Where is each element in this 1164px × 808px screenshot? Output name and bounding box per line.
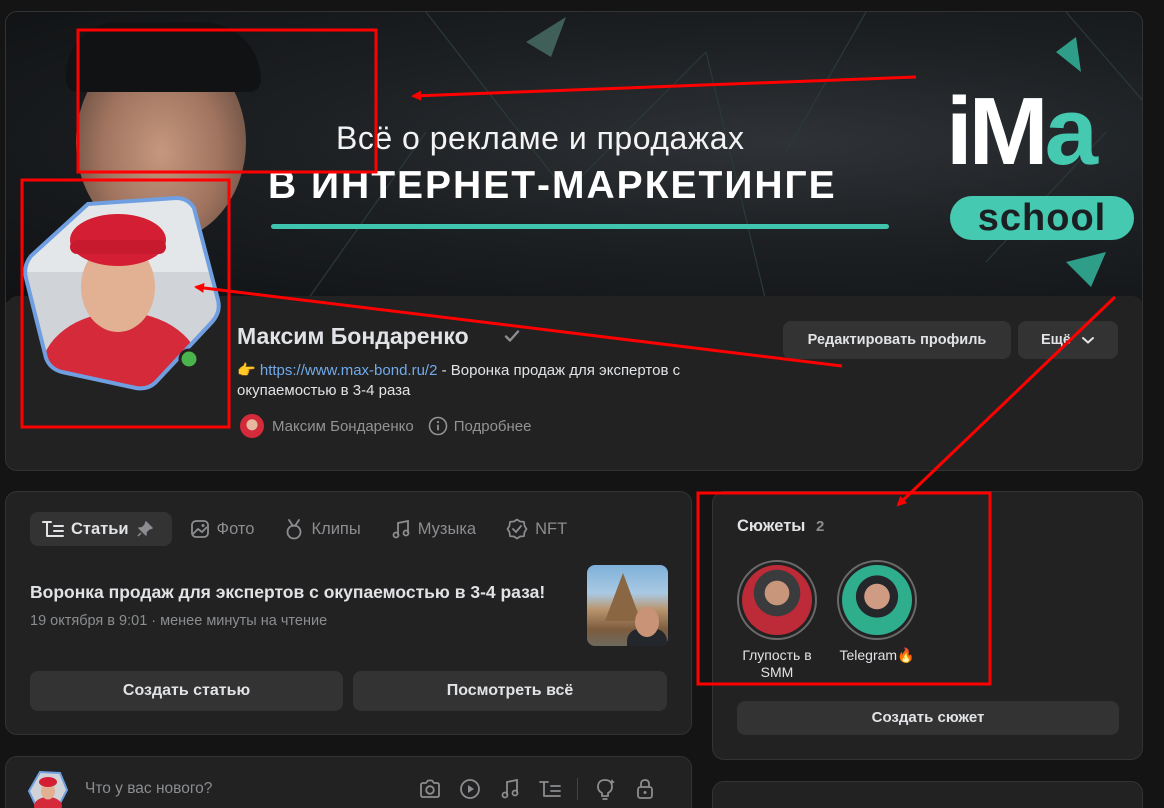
profile-avatar[interactable] bbox=[18, 182, 226, 397]
stories-count: 2 bbox=[816, 518, 825, 535]
logo-main-prefix: iM bbox=[946, 78, 1049, 185]
nft-icon bbox=[506, 518, 528, 540]
music-icon[interactable] bbox=[497, 776, 523, 802]
composer-divider bbox=[577, 778, 578, 800]
story-cover bbox=[742, 565, 812, 635]
video-icon[interactable] bbox=[457, 776, 483, 802]
more-button-label: Ещё bbox=[1040, 332, 1071, 348]
view-all-button[interactable]: Посмотреть всё bbox=[353, 671, 667, 711]
tab-label: Клипы bbox=[311, 519, 361, 538]
story-label: Telegram🔥 bbox=[839, 647, 915, 663]
story-ring bbox=[737, 560, 817, 640]
pointing-hand-emoji: 👉 bbox=[237, 362, 256, 379]
camera-icon[interactable] bbox=[417, 776, 443, 802]
create-story-button[interactable]: Создать сюжет bbox=[737, 701, 1119, 735]
content-tabs: Статьи Фото Клипы Музыка NFT bbox=[30, 512, 585, 546]
story-ring bbox=[837, 560, 917, 640]
story-label: Глупость в SMM bbox=[742, 647, 812, 680]
photo-icon bbox=[190, 520, 209, 538]
right-column-card bbox=[712, 781, 1143, 808]
tab-label: Статьи bbox=[71, 519, 129, 538]
post-composer: Что у вас нового? bbox=[5, 756, 692, 808]
story-item[interactable]: Глупость в SMM bbox=[732, 560, 822, 681]
thumbnail-person-face bbox=[635, 607, 659, 637]
ima-logo: iMa bbox=[946, 84, 1098, 180]
articles-card: Статьи Фото Клипы Музыка NFT Воронка про… bbox=[5, 491, 692, 735]
chevron-down-icon bbox=[1082, 337, 1094, 345]
tab-articles[interactable]: Статьи bbox=[30, 512, 172, 546]
cover-title-line-2: В ИНТЕРНЕТ-МАРКЕТИНГЕ bbox=[268, 164, 837, 207]
clips-icon bbox=[287, 519, 302, 540]
tab-photos[interactable]: Фото bbox=[178, 512, 267, 546]
stories-title[interactable]: Сюжеты bbox=[737, 517, 805, 536]
story-cover bbox=[842, 565, 912, 635]
create-article-button[interactable]: Создать статью bbox=[30, 671, 343, 711]
composer-input[interactable]: Что у вас нового? bbox=[85, 780, 212, 798]
cover-underline bbox=[271, 224, 889, 229]
logo-main-accent: a bbox=[1044, 78, 1098, 185]
edit-profile-button[interactable]: Редактировать профиль bbox=[783, 321, 1011, 359]
checkmark-icon bbox=[504, 330, 520, 342]
idea-icon[interactable] bbox=[592, 776, 618, 802]
article-meta: 19 октября в 9:01 · менее минуты на чтен… bbox=[30, 613, 328, 629]
more-button[interactable]: Ещё bbox=[1018, 321, 1118, 359]
tab-nft[interactable]: NFT bbox=[494, 512, 579, 546]
more-info-link[interactable]: Подробнее bbox=[454, 418, 532, 435]
meta-avatar[interactable] bbox=[240, 414, 264, 438]
cover-title-line-1: Всё о рекламе и продажах bbox=[336, 120, 745, 156]
pin-icon[interactable] bbox=[137, 521, 153, 537]
avatar-hexagon bbox=[23, 195, 221, 391]
tab-label: Музыка bbox=[417, 519, 477, 538]
status-link[interactable]: https://www.max-bond.ru/2 bbox=[260, 362, 438, 379]
profile-name: Максим Бондаренко bbox=[237, 323, 469, 349]
stories-card: Сюжеты 2 Глупость в SMM Telegram🔥 Создат… bbox=[712, 491, 1143, 760]
article-title[interactable]: Воронка продаж для экспертов с окупаемос… bbox=[30, 582, 545, 603]
school-logo: school bbox=[950, 196, 1134, 240]
online-indicator bbox=[178, 348, 200, 370]
composer-actions bbox=[417, 776, 672, 802]
tab-label: Фото bbox=[216, 519, 255, 538]
tab-label: NFT bbox=[535, 519, 568, 538]
story-item[interactable]: Telegram🔥 bbox=[832, 560, 922, 664]
article-thumbnail[interactable] bbox=[587, 565, 668, 646]
tab-clips[interactable]: Клипы bbox=[272, 512, 372, 546]
composer-avatar[interactable] bbox=[28, 770, 68, 808]
music-icon bbox=[392, 519, 410, 539]
article-icon bbox=[42, 521, 64, 537]
meta-name[interactable]: Максим Бондаренко bbox=[272, 418, 414, 435]
article-icon[interactable] bbox=[537, 776, 563, 802]
profile-meta-row: Максим Бондаренко Подробнее bbox=[240, 414, 532, 438]
lock-icon[interactable] bbox=[632, 776, 658, 802]
tab-music[interactable]: Музыка bbox=[379, 512, 488, 546]
info-icon[interactable] bbox=[428, 416, 448, 436]
profile-status: 👉 https://www.max-bond.ru/2 - Воронка пр… bbox=[237, 361, 757, 401]
cover-person-cap bbox=[66, 22, 261, 92]
